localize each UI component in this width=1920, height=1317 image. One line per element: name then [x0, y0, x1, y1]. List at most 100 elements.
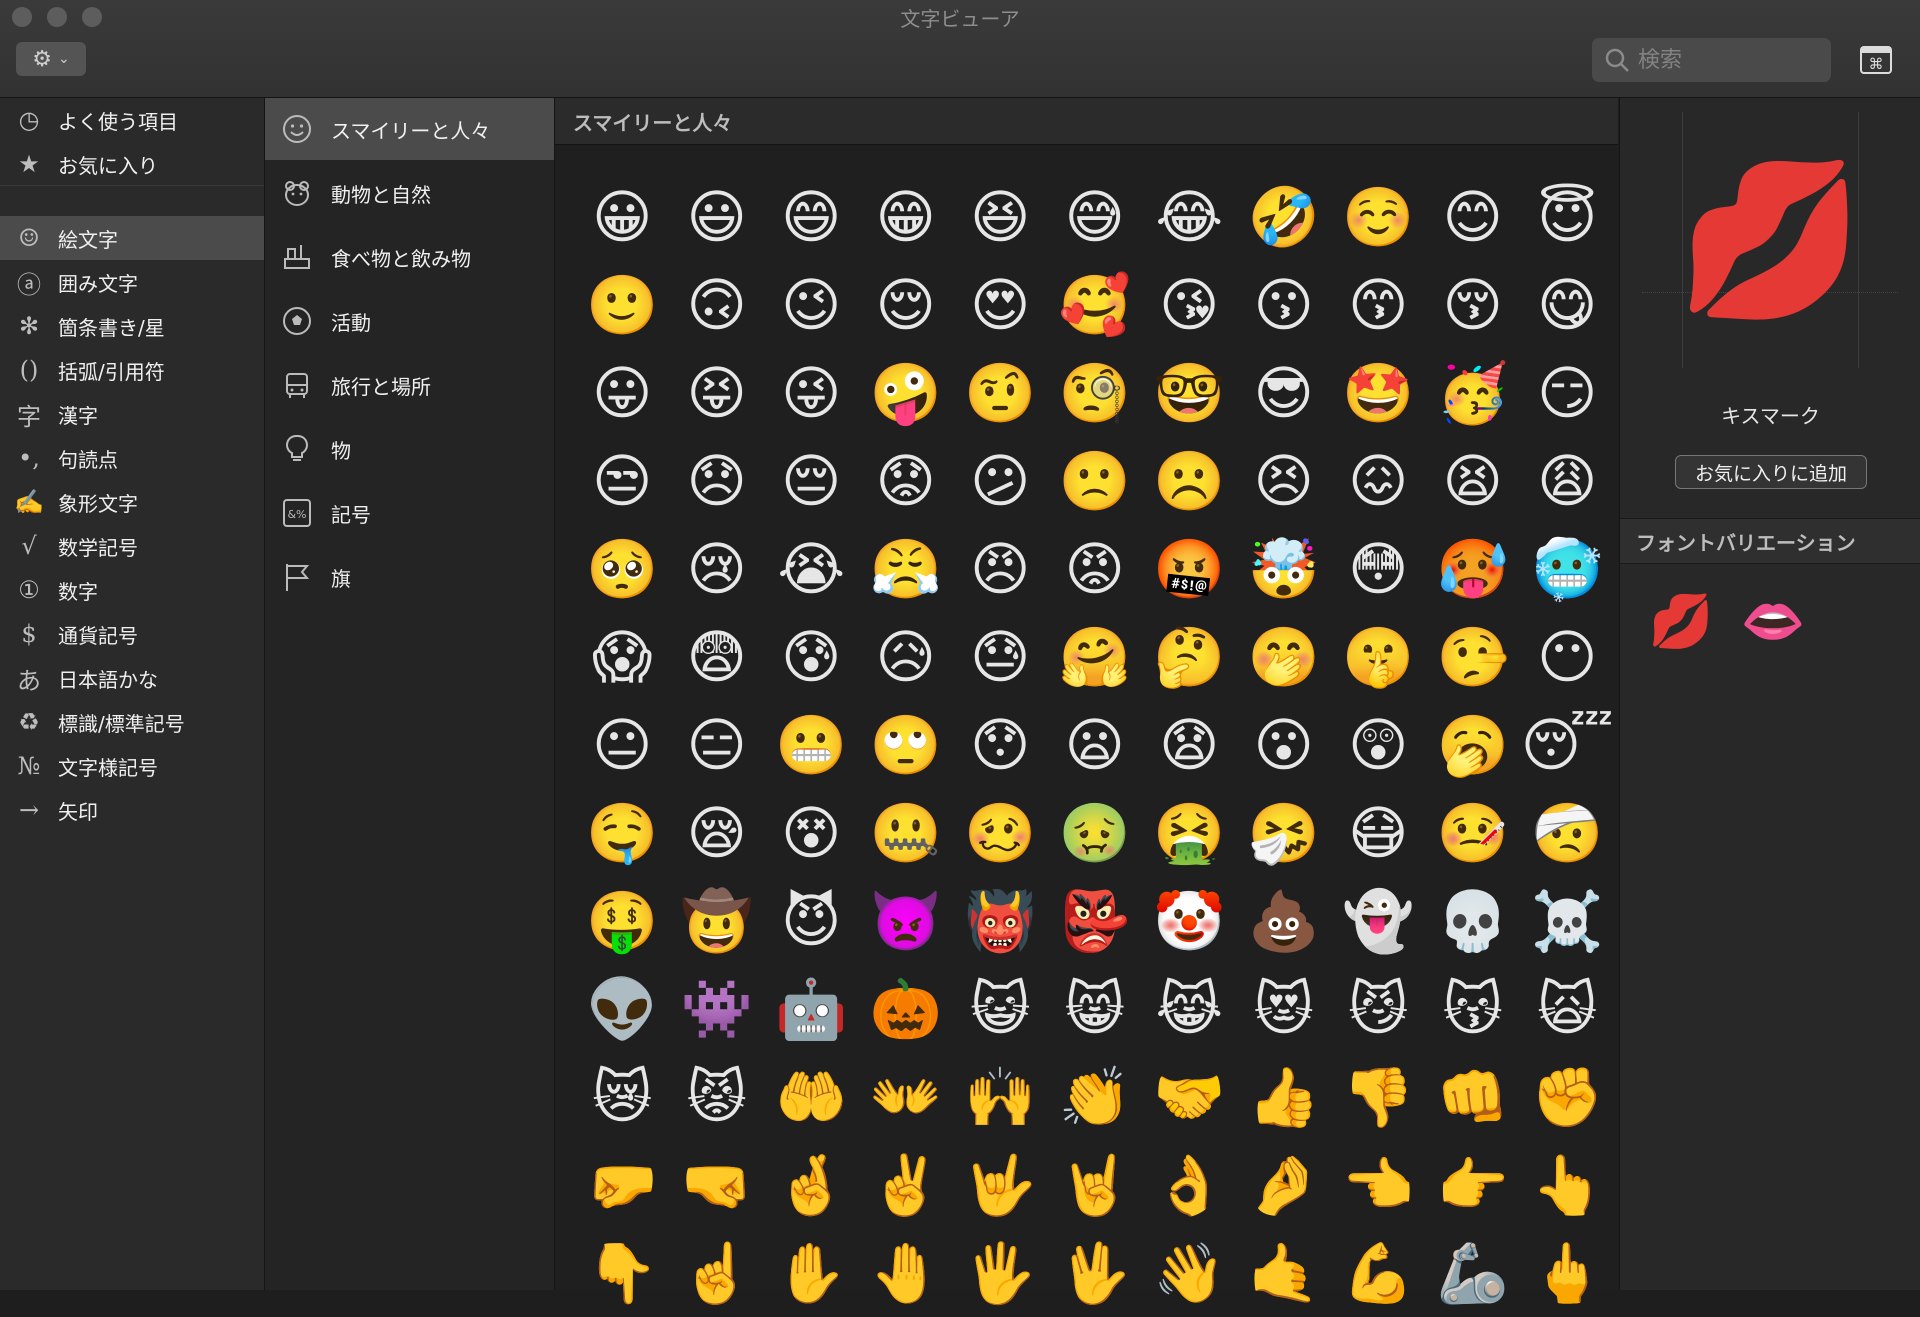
emoji-cell[interactable]: 🤐 [859, 789, 954, 877]
keyboard-viewer-button[interactable]: ⌘ [1860, 46, 1892, 74]
sidebar-item-punctuation[interactable]: •, 句読点 [0, 436, 264, 480]
emoji-cell[interactable]: 👽 [575, 965, 670, 1053]
emoji-cell[interactable]: 😯 [953, 701, 1048, 789]
emoji-cell[interactable]: 😄 [764, 173, 859, 261]
emoji-cell[interactable]: ✊ [1520, 1053, 1615, 1141]
emoji-cell[interactable]: 🥰 [1048, 261, 1143, 349]
emoji-cell[interactable]: 🤝 [1142, 1053, 1237, 1141]
emoji-cell[interactable]: 👾 [670, 965, 765, 1053]
emoji-cell[interactable]: 😽 [1426, 965, 1521, 1053]
emoji-cell[interactable]: 🤗 [1048, 613, 1143, 701]
emoji-cell[interactable]: 😚 [1426, 261, 1521, 349]
emoji-cell[interactable]: 🙀 [1520, 965, 1615, 1053]
emoji-cell[interactable]: ☝️ [670, 1229, 765, 1317]
emoji-cell[interactable]: 👇 [575, 1229, 670, 1317]
emoji-cell[interactable]: 👆 [1520, 1141, 1615, 1229]
emoji-cell[interactable]: 👊 [1426, 1053, 1521, 1141]
emoji-cell[interactable]: 😜 [764, 349, 859, 437]
emoji-cell[interactable]: 😾 [670, 1053, 765, 1141]
emoji-cell[interactable]: 😱 [575, 613, 670, 701]
emoji-cell[interactable]: 🤪 [859, 349, 954, 437]
emoji-cell[interactable]: 😶 [1520, 613, 1615, 701]
emoji-cell[interactable]: 👿 [859, 877, 954, 965]
subcategory-flags[interactable]: 旗 [265, 546, 554, 608]
emoji-cell[interactable]: 😮 [1237, 701, 1332, 789]
sidebar-item-kanji[interactable]: 字漢字 [0, 392, 264, 436]
sidebar-item-math-symbols[interactable]: √ 数学記号 [0, 524, 264, 568]
emoji-cell[interactable]: 😭 [764, 525, 859, 613]
emoji-cell[interactable]: 🤞 [764, 1141, 859, 1229]
emoji-cell[interactable]: 😒 [575, 437, 670, 525]
sidebar-item-emoji[interactable]: ☺ 絵文字 [0, 216, 264, 260]
emoji-cell[interactable]: 👏 [1048, 1053, 1143, 1141]
emoji-cell[interactable]: 😹 [1142, 965, 1237, 1053]
emoji-cell[interactable]: 🤒 [1426, 789, 1521, 877]
emoji-cell[interactable]: 😠 [953, 525, 1048, 613]
subcategory-animals-nature[interactable]: 動物と自然 [265, 162, 554, 224]
emoji-cell[interactable]: 😑 [670, 701, 765, 789]
emoji-cell[interactable]: 🙌 [953, 1053, 1048, 1141]
sidebar-item-parentheses-quotes[interactable]: () 括弧/引用符 [0, 348, 264, 392]
emoji-cell[interactable]: 😀 [575, 173, 670, 261]
emoji-cell[interactable]: 😘 [1142, 261, 1237, 349]
emoji-cell[interactable]: 😈 [764, 877, 859, 965]
emoji-cell[interactable]: 🤠 [670, 877, 765, 965]
emoji-cell[interactable]: ✌️ [859, 1141, 954, 1229]
emoji-cell[interactable]: 😻 [1237, 965, 1332, 1053]
emoji-cell[interactable]: 🤚 [859, 1229, 954, 1317]
emoji-cell[interactable]: 🥴 [953, 789, 1048, 877]
emoji-cell[interactable]: 🥵 [1426, 525, 1521, 613]
font-variation-item[interactable]: 👄 [1738, 586, 1808, 656]
emoji-cell[interactable]: ☺️ [1331, 173, 1426, 261]
emoji-cell[interactable]: 🙂 [575, 261, 670, 349]
emoji-cell[interactable]: 🥶 [1520, 525, 1615, 613]
emoji-cell[interactable]: 🤔 [1142, 613, 1237, 701]
sidebar-item-bullets-stars[interactable]: ✻ 箇条書き/星 [0, 304, 264, 348]
emoji-cell[interactable]: 😗 [1237, 261, 1332, 349]
subcategory-food-drink[interactable]: 食べ物と飲み物 [265, 226, 554, 288]
emoji-cell[interactable]: 😴 [1520, 701, 1615, 789]
emoji-cell[interactable]: 🙄 [859, 701, 954, 789]
sidebar-item-enclosed-characters[interactable]: ⓐ 囲み文字 [0, 260, 264, 304]
emoji-cell[interactable]: 😸 [1048, 965, 1143, 1053]
emoji-cell[interactable]: 🤟 [953, 1141, 1048, 1229]
emoji-cell[interactable]: 😇 [1520, 173, 1615, 261]
emoji-cell[interactable]: 🤑 [575, 877, 670, 965]
font-variation-item[interactable]: 💋 [1646, 586, 1716, 656]
emoji-cell[interactable]: 👹 [953, 877, 1048, 965]
emoji-cell[interactable]: 🤡 [1142, 877, 1237, 965]
emoji-cell[interactable]: 😉 [764, 261, 859, 349]
sidebar-item-arrows[interactable]: → 矢印 [0, 788, 264, 832]
emoji-cell[interactable]: 👺 [1048, 877, 1143, 965]
emoji-cell[interactable]: 🖖 [1048, 1229, 1143, 1317]
sidebar-item-digits[interactable]: ① 数字 [0, 568, 264, 612]
sidebar-item-frequently-used[interactable]: ◷ よく使う項目 [0, 98, 264, 142]
emoji-cell[interactable]: 🥳 [1426, 349, 1521, 437]
emoji-cell[interactable]: 🖕 [1520, 1229, 1615, 1317]
emoji-cell[interactable]: 🖐 [953, 1229, 1048, 1317]
emoji-cell[interactable]: 😺 [953, 965, 1048, 1053]
subcategory-symbols[interactable]: &% 記号 [265, 482, 554, 544]
emoji-cell[interactable]: 🥺 [575, 525, 670, 613]
emoji-cell[interactable]: 😌 [859, 261, 954, 349]
emoji-cell[interactable]: 😖 [1331, 437, 1426, 525]
emoji-cell[interactable]: 😓 [953, 613, 1048, 701]
emoji-cell[interactable]: 🤤 [575, 789, 670, 877]
emoji-cell[interactable]: 🤮 [1142, 789, 1237, 877]
emoji-cell[interactable]: 🧐 [1048, 349, 1143, 437]
emoji-cell[interactable]: 😼 [1331, 965, 1426, 1053]
emoji-cell[interactable]: 😅 [1048, 173, 1143, 261]
emoji-cell[interactable]: 😊 [1426, 173, 1521, 261]
action-menu-button[interactable]: ⚙ ⌄ [16, 42, 86, 76]
emoji-cell[interactable]: ☠️ [1520, 877, 1615, 965]
subcategory-activity[interactable]: 活動 [265, 290, 554, 352]
emoji-cell[interactable]: 🤖 [764, 965, 859, 1053]
subcategory-objects[interactable]: 物 [265, 418, 554, 480]
emoji-cell[interactable]: 🤬 [1142, 525, 1237, 613]
emoji-cell[interactable]: 👍 [1237, 1053, 1332, 1141]
emoji-cell[interactable]: 😢 [670, 525, 765, 613]
emoji-cell[interactable]: 😟 [859, 437, 954, 525]
emoji-cell[interactable]: 🦾 [1426, 1229, 1521, 1317]
emoji-cell[interactable]: 👐 [859, 1053, 954, 1141]
emoji-cell[interactable]: 🙁 [1048, 437, 1143, 525]
